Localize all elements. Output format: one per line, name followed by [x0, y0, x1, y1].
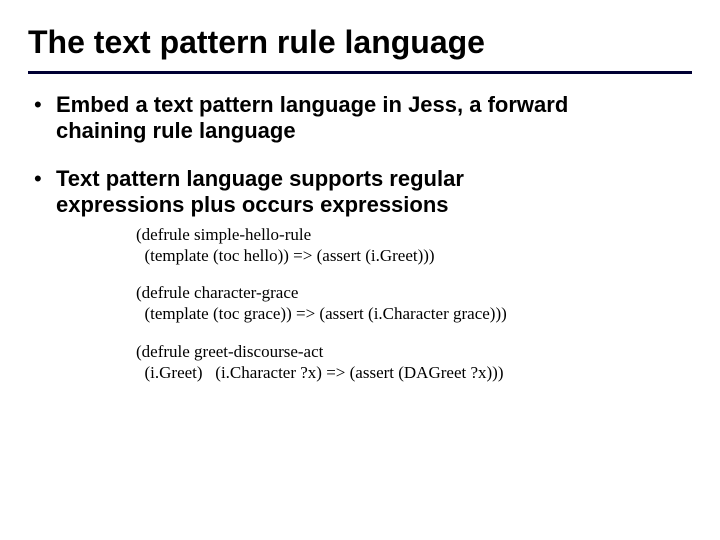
- code-area: (defrule simple-hello-rule (template (to…: [56, 224, 692, 384]
- bullet-bold: Text pattern language supports regular: [56, 166, 464, 191]
- slide: The text pattern rule language Embed a t…: [0, 0, 720, 540]
- bullet-bold: Embed a text pattern language in Jess, a…: [56, 92, 568, 117]
- code-block: (defrule character-grace (template (toc …: [136, 282, 692, 325]
- bullet-item: Embed a text pattern language in Jess, a…: [34, 92, 692, 144]
- bullet-rest: expressions plus occurs expressions: [56, 192, 449, 217]
- bullet-item: Text pattern language supports regular e…: [34, 166, 692, 383]
- code-block: (defrule simple-hello-rule (template (to…: [136, 224, 692, 267]
- title-divider: [28, 71, 692, 74]
- code-block: (defrule greet-discourse-act (i.Greet) (…: [136, 341, 692, 384]
- bullet-rest: chaining rule language: [56, 118, 296, 143]
- bullet-list: Embed a text pattern language in Jess, a…: [28, 92, 692, 383]
- slide-title: The text pattern rule language: [28, 24, 692, 61]
